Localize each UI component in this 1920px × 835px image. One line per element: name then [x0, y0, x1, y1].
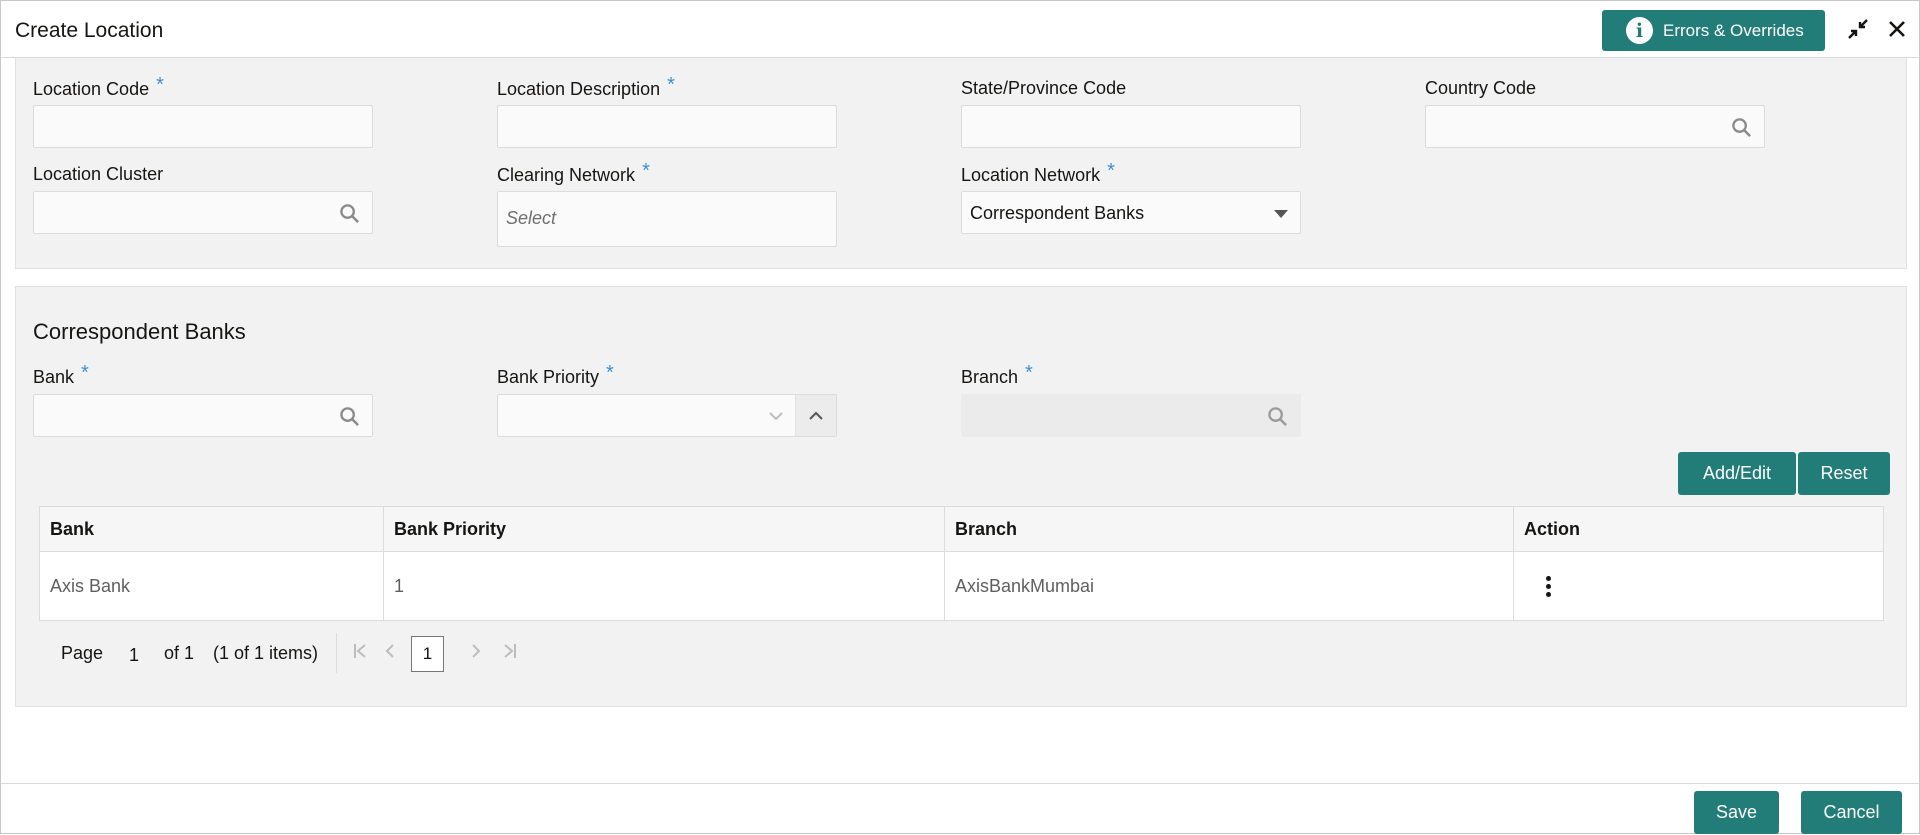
errors-overrides-label: Errors & Overrides: [1663, 20, 1804, 40]
location-description-label: Location Description *: [497, 74, 675, 99]
table-header-row: Bank Bank Priority Branch Action: [40, 507, 1883, 552]
errors-overrides-button[interactable]: i Errors & Overrides: [1602, 10, 1825, 51]
save-button[interactable]: Save: [1694, 791, 1779, 834]
pagination: Page 1 of 1 (1 of 1 items) 1: [46, 631, 646, 675]
bank-priority-label: Bank Priority *: [497, 362, 614, 387]
items-count-label: (1 of 1 items): [213, 643, 319, 663]
dialog-footer: Save Cancel: [1, 783, 1919, 835]
search-icon[interactable]: [339, 203, 360, 224]
cell-branch: AxisBankMumbai: [945, 552, 1514, 620]
first-page-icon[interactable]: [352, 642, 368, 665]
country-code-input[interactable]: [1425, 105, 1765, 148]
bank-priority-stepper[interactable]: [497, 394, 837, 437]
close-icon[interactable]: [1885, 17, 1909, 41]
branch-label: Branch *: [961, 362, 1033, 387]
correspondent-banks-table: Bank Bank Priority Branch Action Axis Ba…: [39, 506, 1884, 621]
search-icon[interactable]: [339, 406, 360, 427]
page-number-input[interactable]: 1: [129, 645, 139, 666]
dialog-header: Create Location i Errors & Overrides: [1, 1, 1919, 58]
location-code-label: Location Code *: [33, 74, 164, 99]
chevron-up-icon[interactable]: [796, 395, 836, 436]
location-details-panel: Location Code * Location Description * Sta…: [15, 58, 1907, 269]
clearing-network-label: Clearing Network *: [497, 160, 650, 185]
clearing-network-select[interactable]: Select: [497, 191, 837, 247]
bank-label: Bank *: [33, 362, 89, 387]
search-icon: [1268, 407, 1287, 426]
clearing-network-placeholder: Select: [506, 208, 557, 228]
location-cluster-input[interactable]: [33, 191, 373, 234]
cancel-button[interactable]: Cancel: [1801, 791, 1902, 834]
create-location-window: Create Location i Errors & Overrides Loc…: [0, 0, 1920, 834]
location-description-input[interactable]: [497, 105, 837, 148]
info-icon: i: [1626, 17, 1653, 44]
minimize-icon[interactable]: [1846, 17, 1870, 41]
kebab-icon[interactable]: [1546, 575, 1551, 597]
page-title: Create Location: [15, 19, 164, 42]
location-code-input[interactable]: [33, 105, 373, 148]
pager-divider: [336, 633, 337, 673]
state-province-code-input[interactable]: [961, 105, 1301, 148]
table-row[interactable]: Axis Bank 1 AxisBankMumbai: [40, 552, 1883, 620]
column-header-bank-priority[interactable]: Bank Priority: [384, 507, 945, 552]
prev-page-icon[interactable]: [384, 642, 396, 665]
current-page-button[interactable]: 1: [411, 636, 444, 672]
caret-down-icon: [1274, 210, 1288, 218]
page-label: Page: [61, 643, 104, 663]
page-of-label: of 1: [164, 643, 195, 663]
cell-bank: Axis Bank: [40, 552, 384, 620]
country-code-label: Country Code: [1425, 78, 1537, 98]
next-page-icon[interactable]: [470, 642, 482, 665]
add-edit-button[interactable]: Add/Edit: [1678, 452, 1796, 495]
section-title: Correspondent Banks: [33, 319, 246, 344]
location-network-label: Location Network *: [961, 160, 1115, 185]
search-icon[interactable]: [1731, 117, 1752, 138]
cell-action: [1514, 552, 1883, 620]
column-header-action: Action: [1514, 507, 1883, 552]
column-header-bank[interactable]: Bank: [40, 507, 384, 552]
reset-button[interactable]: Reset: [1798, 452, 1890, 495]
last-page-icon[interactable]: [502, 642, 518, 665]
bank-input[interactable]: [33, 394, 373, 437]
location-cluster-label: Location Cluster: [33, 164, 164, 184]
column-header-branch[interactable]: Branch: [945, 507, 1514, 552]
correspondent-banks-panel: Correspondent Banks Bank * Bank Priority *…: [15, 286, 1907, 707]
cell-bank-priority: 1: [384, 552, 945, 620]
location-network-value: Correspondent Banks: [970, 203, 1145, 223]
branch-input: [961, 394, 1301, 437]
location-network-select[interactable]: Correspondent Banks: [961, 191, 1301, 234]
chevron-down-icon[interactable]: [756, 395, 796, 436]
state-province-code-label: State/Province Code: [961, 78, 1127, 98]
